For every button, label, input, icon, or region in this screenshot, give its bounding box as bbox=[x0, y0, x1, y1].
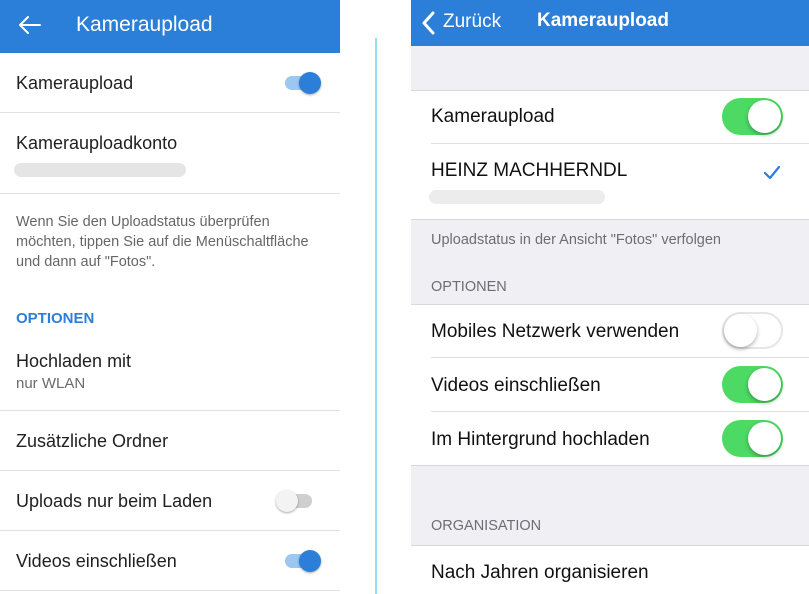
back-label: Zurück bbox=[443, 11, 502, 32]
chevron-left-icon bbox=[422, 11, 435, 35]
account-row[interactable]: HEINZ MACHHERNDL bbox=[411, 145, 809, 219]
options-header: OPTIONEN bbox=[16, 310, 95, 327]
uploads-charging-label: Uploads nur beim Laden bbox=[16, 491, 213, 511]
switch-knob bbox=[724, 314, 757, 347]
extra-folders-label: Zusätzliche Ordner bbox=[16, 431, 169, 451]
row-separator bbox=[431, 357, 809, 358]
account-name: HEINZ MACHHERNDL bbox=[431, 160, 628, 181]
background-upload-row[interactable]: Im Hintergrund hochladen bbox=[411, 413, 809, 465]
checkmark-icon bbox=[763, 165, 781, 180]
uploads-charging-switch[interactable] bbox=[276, 490, 312, 512]
camera-upload-switch[interactable] bbox=[285, 72, 321, 94]
include-videos-switch[interactable] bbox=[285, 550, 321, 572]
include-videos-switch[interactable] bbox=[722, 366, 783, 403]
include-videos-label: Videos einschließen bbox=[431, 375, 601, 396]
upload-with-label: Hochladen mit bbox=[16, 351, 132, 371]
mobile-network-row[interactable]: Mobiles Netzwerk verwenden bbox=[411, 305, 809, 358]
switch-knob bbox=[299, 550, 321, 572]
background-upload-label: Im Hintergrund hochladen bbox=[431, 429, 650, 450]
camera-upload-group: Kameraupload HEINZ MACHHERNDL bbox=[411, 90, 809, 220]
page-title: Kameraupload bbox=[76, 13, 213, 36]
upload-with-row[interactable]: Hochladen mit nur WLAN bbox=[0, 338, 340, 411]
switch-knob bbox=[748, 422, 781, 455]
options-header: OPTIONEN bbox=[431, 279, 507, 295]
blurred-account-name bbox=[14, 163, 186, 177]
uploads-charging-row[interactable]: Uploads nur beim Laden bbox=[0, 471, 340, 531]
camera-upload-account-row[interactable]: Kamerauploadkonto bbox=[0, 113, 340, 194]
upload-status-hint: Wenn Sie den Uploadstatus überprüfen möc… bbox=[16, 214, 309, 270]
organize-by-year-row[interactable]: Nach Jahren organisieren bbox=[411, 546, 809, 594]
include-videos-label: Videos einschließen bbox=[16, 551, 177, 571]
camera-upload-label: Kameraupload bbox=[431, 106, 555, 127]
switch-knob bbox=[276, 490, 298, 512]
navigation-bar: Zurück Kameraupload bbox=[411, 0, 809, 46]
switch-knob bbox=[748, 100, 781, 133]
ios-settings-screen: Zurück Kameraupload Kameraupload HEINZ M… bbox=[411, 0, 809, 594]
camera-upload-switch[interactable] bbox=[722, 98, 783, 135]
include-videos-row[interactable]: Videos einschließen bbox=[0, 531, 340, 591]
organisation-group: Nach Jahren organisieren bbox=[411, 545, 809, 594]
arrow-left-icon[interactable] bbox=[16, 13, 42, 37]
panel-divider bbox=[375, 38, 377, 594]
camera-upload-row[interactable]: Kameraupload bbox=[0, 53, 340, 113]
blurred-account-email bbox=[429, 190, 605, 204]
account-label: Kamerauploadkonto bbox=[16, 133, 178, 153]
background-upload-switch[interactable] bbox=[722, 420, 783, 457]
upload-status-caption: Uploadstatus in der Ansicht "Fotos" verf… bbox=[431, 232, 721, 248]
app-bar: Kameraupload bbox=[0, 0, 340, 53]
page-title: Kameraupload bbox=[537, 10, 669, 31]
extra-folders-row[interactable]: Zusätzliche Ordner bbox=[0, 411, 340, 471]
android-settings-screen: Kameraupload Kameraupload Kamerauploadko… bbox=[0, 0, 340, 594]
options-group: Mobiles Netzwerk verwenden Videos einsch… bbox=[411, 304, 809, 466]
camera-upload-row[interactable]: Kameraupload bbox=[411, 91, 809, 144]
mobile-network-label: Mobiles Netzwerk verwenden bbox=[431, 321, 680, 342]
organize-by-year-label: Nach Jahren organisieren bbox=[431, 562, 649, 583]
row-separator bbox=[431, 143, 809, 144]
switch-knob bbox=[299, 72, 321, 94]
organisation-header: ORGANISATION bbox=[431, 518, 542, 534]
camera-upload-label: Kameraupload bbox=[16, 73, 134, 93]
row-separator bbox=[431, 411, 809, 412]
switch-knob bbox=[748, 368, 781, 401]
upload-with-value: nur WLAN bbox=[16, 375, 86, 392]
include-videos-row[interactable]: Videos einschließen bbox=[411, 359, 809, 412]
mobile-network-switch[interactable] bbox=[722, 312, 783, 349]
